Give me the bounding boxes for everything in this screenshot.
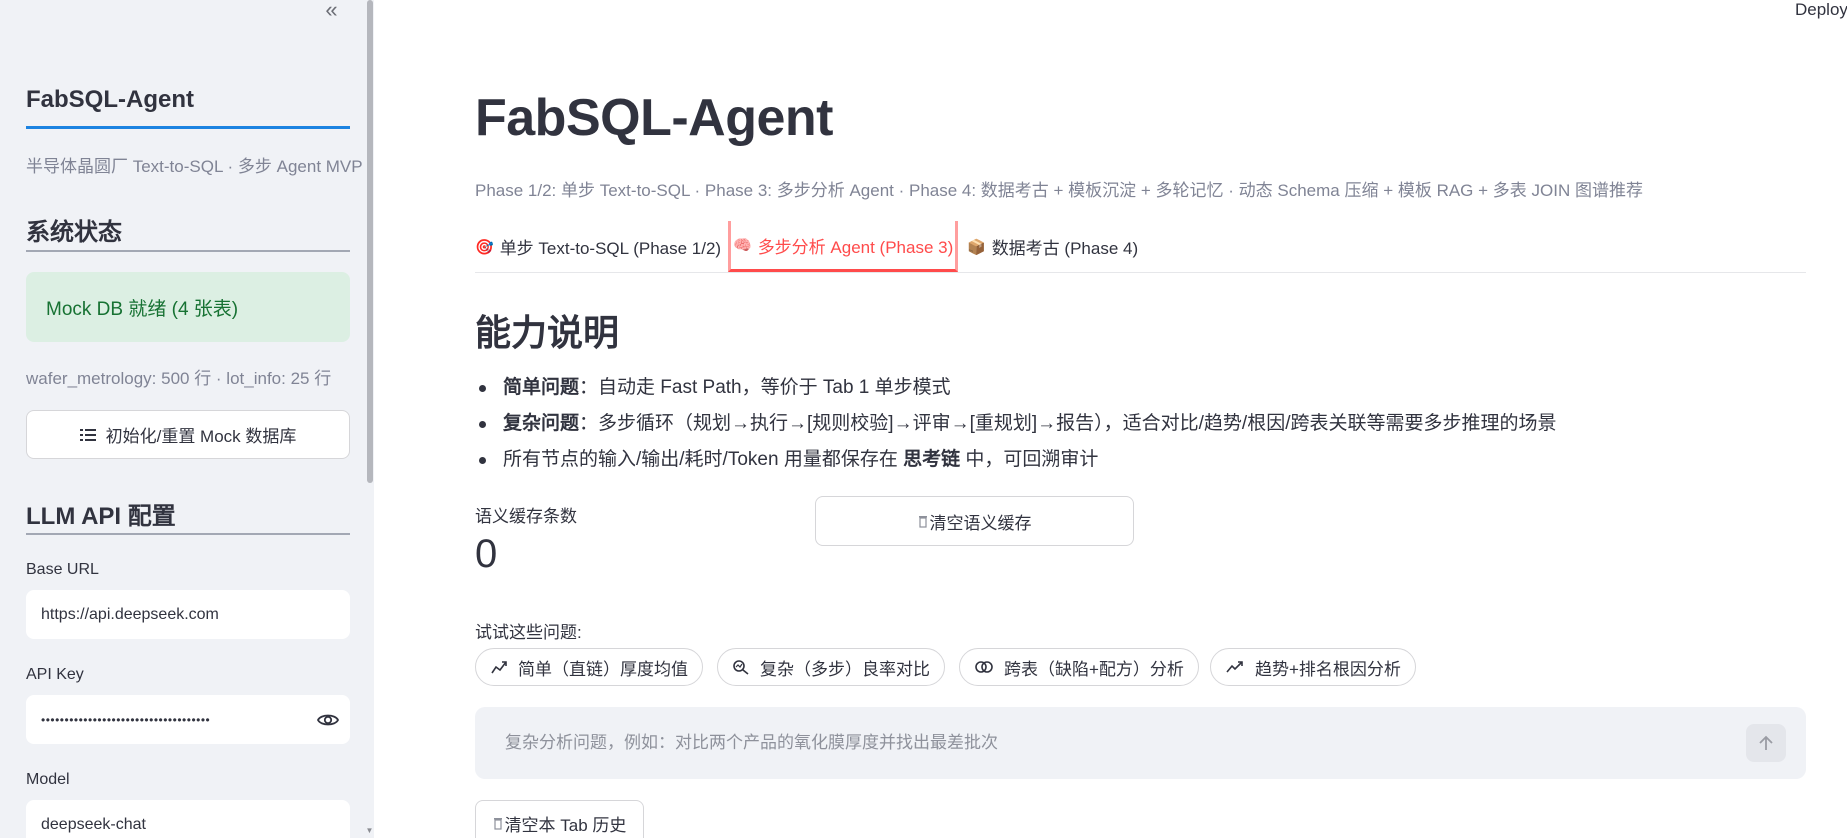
suggestion-label: 简单（直链）厚度均值	[518, 659, 688, 679]
bullet-text: ：自动走 Fast Path，等价于 Tab 1 单步模式	[579, 377, 951, 398]
sidebar-scrollbar-thumb[interactable]	[367, 0, 373, 483]
list-item: 所有节点的输入/输出/耗时/Token 用量都保存在 思考链 中，可回溯审计	[475, 448, 1556, 484]
try-questions-label: 试试这些问题:	[475, 623, 582, 642]
page-title: FabSQL-Agent	[475, 89, 833, 147]
list-item: 复杂问题：多步循环（规划→执行→[规则校验]→评审→[重规划]→报告），适合对比…	[475, 412, 1556, 448]
bullet-text: ：多步循环（规划→执行→[规则校验]→评审→[重规划]→报告），适合对比/趋势/…	[579, 413, 1557, 434]
tab-multi-step-agent[interactable]: 🧠 多步分析 Agent (Phase 3)	[728, 221, 959, 272]
target-icon: 🎯	[475, 238, 494, 256]
chat-input-container	[475, 707, 1806, 779]
chat-input[interactable]	[505, 725, 1705, 761]
suggestion-simple-button[interactable]: 简单（直链）厚度均值	[475, 648, 703, 686]
sidebar: « FabSQL-Agent 半导体晶圆厂 Text-to-SQL · 多步 A…	[0, 0, 374, 838]
capability-heading: 能力说明	[475, 312, 620, 353]
db-info-text: wafer_metrology: 500 行 · lot_info: 25 行	[26, 369, 332, 388]
model-label: Model	[26, 771, 70, 788]
page-caption: Phase 1/2: 单步 Text-to-SQL · Phase 3: 多步分…	[475, 181, 1643, 200]
system-status-rule	[26, 250, 350, 252]
bullet-bold: 思考链	[903, 449, 961, 470]
suggestion-cross-table-button[interactable]: 跨表（缺陷+配方）分析	[959, 648, 1199, 686]
clear-semantic-cache-label: 清空语义缓存	[929, 513, 1032, 533]
send-button[interactable]	[1746, 724, 1786, 762]
sidebar-scrollbar[interactable]	[365, 0, 374, 838]
tab-data-archaeology-label: 数据考古 (Phase 4)	[991, 239, 1139, 258]
list-item: 简单问题：自动走 Fast Path，等价于 Tab 1 单步模式	[475, 376, 1556, 412]
suggestion-label: 跨表（缺陷+配方）分析	[1004, 659, 1184, 679]
bullet-bold: 复杂问题	[503, 413, 580, 434]
package-icon: 📦	[967, 238, 986, 256]
system-status-heading: 系统状态	[26, 219, 122, 246]
suggestion-label: 趋势+排名根因分析	[1255, 659, 1401, 679]
bullet-bold: 简单问题	[503, 377, 580, 398]
init-mock-db-button[interactable]: 初始化/重置 Mock 数据库	[26, 410, 350, 459]
api-key-label: API Key	[26, 666, 84, 683]
search-analytics-icon	[733, 660, 749, 675]
arrow-up-icon	[1759, 735, 1773, 750]
semantic-cache-label: 语义缓存条数	[475, 507, 577, 526]
bullet-text: 中，可回溯审计	[960, 449, 1099, 470]
list-icon	[79, 428, 96, 441]
sidebar-subtitle: 半导体晶圆厂 Text-to-SQL · 多步 Agent MVP	[26, 157, 363, 176]
brain-icon: 🧠	[733, 237, 752, 254]
join-circles-icon	[975, 661, 993, 673]
trash-icon	[918, 516, 927, 528]
init-mock-db-label: 初始化/重置 Mock 数据库	[105, 427, 297, 446]
clear-tab-history-button[interactable]: 清空本 Tab 历史	[475, 800, 644, 838]
trash-icon	[493, 818, 502, 830]
clear-tab-history-label: 清空本 Tab 历史	[504, 815, 627, 835]
clear-semantic-cache-button[interactable]: 清空语义缓存	[815, 496, 1134, 546]
trending-up-icon	[1226, 661, 1243, 673]
llm-config-rule	[26, 533, 350, 535]
collapse-sidebar-icon[interactable]: «	[316, 0, 344, 24]
base-url-input[interactable]	[26, 590, 350, 639]
show-password-icon[interactable]	[316, 708, 340, 732]
model-input[interactable]	[26, 800, 350, 838]
tab-single-step-label: 单步 Text-to-SQL (Phase 1/2)	[499, 239, 722, 258]
db-status-badge: Mock DB 就绪 (4 张表)	[26, 272, 350, 342]
bullet-text: 所有节点的输入/输出/耗时/Token 用量都保存在	[503, 449, 904, 470]
chart-line-icon	[491, 661, 507, 674]
llm-config-heading: LLM API 配置	[26, 503, 176, 530]
tab-bar: 🎯 单步 Text-to-SQL (Phase 1/2) 🧠 多步分析 Agen…	[475, 221, 1806, 273]
suggestion-trend-button[interactable]: 趋势+排名根因分析	[1210, 648, 1416, 686]
tab-single-step[interactable]: 🎯 单步 Text-to-SQL (Phase 1/2)	[475, 221, 721, 272]
tab-data-archaeology[interactable]: 📦 数据考古 (Phase 4)	[967, 221, 1138, 272]
sidebar-title-rule	[26, 126, 350, 129]
sidebar-title: FabSQL-Agent	[26, 86, 194, 113]
capability-list: 简单问题：自动走 Fast Path，等价于 Tab 1 单步模式 复杂问题：多…	[475, 376, 1556, 484]
base-url-label: Base URL	[26, 561, 99, 578]
suggestion-label: 复杂（多步）良率对比	[760, 659, 930, 679]
deploy-button[interactable]: Deploy	[1795, 0, 1847, 20]
api-key-input[interactable]	[26, 695, 350, 744]
suggestion-complex-button[interactable]: 复杂（多步）良率对比	[717, 648, 945, 686]
app-root: « FabSQL-Agent 半导体晶圆厂 Text-to-SQL · 多步 A…	[0, 0, 1847, 838]
semantic-cache-count: 0	[475, 532, 498, 576]
scroll-down-arrow-icon[interactable]: ▼	[365, 826, 374, 836]
tab-multi-step-agent-label: 多步分析 Agent (Phase 3)	[757, 237, 954, 257]
